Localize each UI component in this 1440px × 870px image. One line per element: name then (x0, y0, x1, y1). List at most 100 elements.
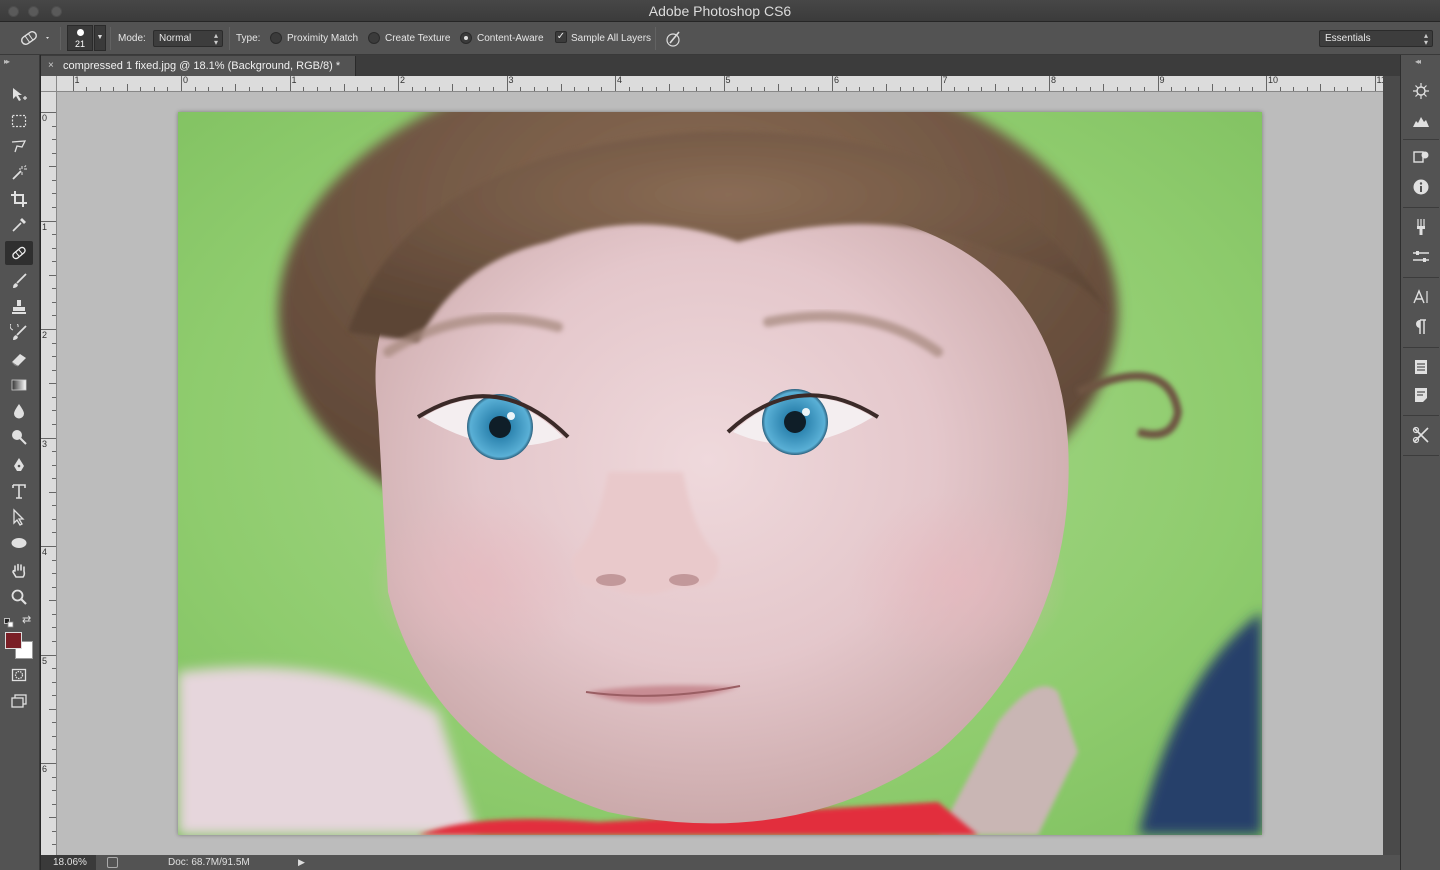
ruler-label: 1 (291, 76, 297, 85)
content-aware-label[interactable]: Content-Aware (477, 22, 544, 55)
path-selection-tool[interactable] (5, 505, 33, 529)
ruler-minor-tick (1320, 84, 1322, 91)
spot-healing-brush-tool[interactable] (5, 241, 33, 265)
color-panel-button[interactable] (1409, 79, 1433, 103)
adjustments-panel-button[interactable] (1409, 145, 1433, 169)
dodge-tool[interactable] (5, 425, 33, 449)
ruler-minor-tick (425, 87, 427, 91)
ruler-minor-tick (737, 87, 739, 91)
ruler-major-tick (940, 76, 942, 91)
histogram-panel-button[interactable] (1409, 109, 1433, 133)
ruler-minor-tick (330, 87, 332, 91)
ruler-minor-tick (52, 613, 56, 615)
eraser-icon (11, 354, 26, 367)
ruler-minor-tick (954, 87, 956, 91)
move-tool[interactable] (5, 83, 33, 107)
pen-pressure-icon (666, 31, 680, 47)
ruler-minor-tick (52, 464, 56, 466)
marquee-tool[interactable] (5, 109, 33, 133)
histogram-icon (1413, 117, 1429, 127)
ruler-minor-tick (262, 87, 264, 91)
quick-selection-tool[interactable] (5, 161, 33, 185)
sample-all-layers-checkbox[interactable]: ✓ (555, 31, 567, 43)
gradient-tool[interactable] (5, 373, 33, 397)
paragraph-panel-button[interactable] (1409, 315, 1433, 339)
options-separator (110, 27, 111, 50)
rectangular-marquee-icon (11, 114, 27, 128)
lasso-tool[interactable] (5, 135, 33, 159)
tool-presets-panel-button[interactable] (1409, 423, 1433, 447)
zoom-tool[interactable] (5, 585, 33, 609)
screen-mode-icon (11, 694, 27, 708)
crop-tool[interactable] (5, 187, 33, 211)
ruler-minor-tick (52, 776, 56, 778)
ruler-minor-tick (1062, 87, 1064, 91)
blur-tool[interactable] (5, 399, 33, 423)
type-tool[interactable] (5, 479, 33, 503)
canvas-area[interactable] (57, 92, 1383, 855)
foreground-color-swatch[interactable] (5, 632, 22, 649)
ruler-minor-tick (1130, 87, 1132, 91)
ruler-label: 3 (42, 438, 48, 449)
brush-size-picker[interactable]: 21 (67, 25, 93, 51)
expand-panels-icon[interactable]: ◂◂ (1415, 57, 1421, 66)
screen-mode-button[interactable] (5, 689, 33, 713)
default-colors-button[interactable] (4, 615, 14, 633)
proximity-match-radio[interactable] (270, 32, 282, 44)
hand-tool[interactable] (5, 559, 33, 583)
title-bar: Adobe Photoshop CS6 (0, 0, 1440, 22)
content-aware-radio[interactable] (460, 32, 472, 44)
notes-panel-button[interactable] (1409, 383, 1433, 407)
layers-panel-button[interactable] (1409, 355, 1433, 379)
pen-tool[interactable] (5, 453, 33, 477)
properties-panel-button[interactable] (1409, 245, 1433, 269)
ruler-major-tick (832, 76, 833, 91)
brush-picker-dropdown[interactable]: ▼ (94, 25, 106, 51)
vertical-scrollbar[interactable] (1383, 76, 1400, 855)
proximity-match-label[interactable]: Proximity Match (287, 22, 358, 55)
eraser-tool[interactable] (5, 347, 33, 371)
sample-all-layers-label[interactable]: Sample All Layers (571, 22, 651, 55)
character-panel-button[interactable] (1409, 285, 1433, 309)
ruler-minor-tick (52, 451, 56, 453)
collapse-toolbar-icon[interactable]: ▸▸ (4, 57, 10, 66)
create-texture-radio[interactable] (368, 32, 380, 44)
ruler-label: 8 (1051, 76, 1057, 85)
ruler-minor-tick (49, 817, 56, 819)
document-image[interactable] (178, 112, 1262, 835)
close-document-icon[interactable]: × (48, 56, 54, 76)
ellipse-tool[interactable] (5, 531, 33, 555)
status-menu-arrow-icon[interactable]: ▶ (298, 857, 305, 868)
vertical-ruler[interactable]: 0 1 2 3 4 5 6 (41, 92, 57, 855)
info-panel-button[interactable] (1409, 175, 1433, 199)
eyedropper-tool[interactable] (5, 213, 33, 237)
clone-stamp-tool[interactable] (5, 295, 33, 319)
mode-label: Mode: (118, 33, 146, 44)
quick-mask-button[interactable] (5, 663, 33, 687)
swap-colors-icon[interactable]: ⇄ (22, 613, 31, 626)
ruler-minor-tick (1252, 87, 1254, 91)
brush-tool[interactable] (5, 269, 33, 293)
mode-select[interactable]: Normal ▴ ▾ (153, 30, 223, 47)
zoom-level-field[interactable]: 18.06% (41, 855, 96, 870)
create-texture-label[interactable]: Create Texture (385, 22, 450, 55)
pressure-size-button[interactable] (663, 29, 683, 52)
history-brush-tool[interactable] (5, 321, 33, 345)
brush-panel-button[interactable] (1409, 215, 1433, 239)
ruler-minor-tick (764, 87, 766, 91)
ruler-minor-tick (777, 84, 779, 91)
ruler-minor-tick (845, 87, 847, 91)
ruler-minor-tick (818, 87, 820, 91)
ruler-minor-tick (642, 87, 644, 91)
info-icon (1413, 179, 1429, 195)
ruler-minor-tick (1035, 87, 1037, 91)
document-profile-icon[interactable] (107, 857, 118, 868)
gradient-icon (11, 379, 27, 391)
document-tab[interactable]: × compressed 1 fixed.jpg @ 18.1% (Backgr… (41, 56, 356, 76)
tool-preset-picker[interactable] (18, 28, 50, 51)
ruler-origin[interactable] (41, 76, 57, 92)
ruler-minor-tick (49, 708, 56, 710)
workspace-switcher[interactable]: Essentials ▴ ▾ (1319, 30, 1433, 47)
dock-separator (1403, 455, 1439, 456)
horizontal-ruler[interactable]: 101234567891011 (57, 76, 1383, 92)
